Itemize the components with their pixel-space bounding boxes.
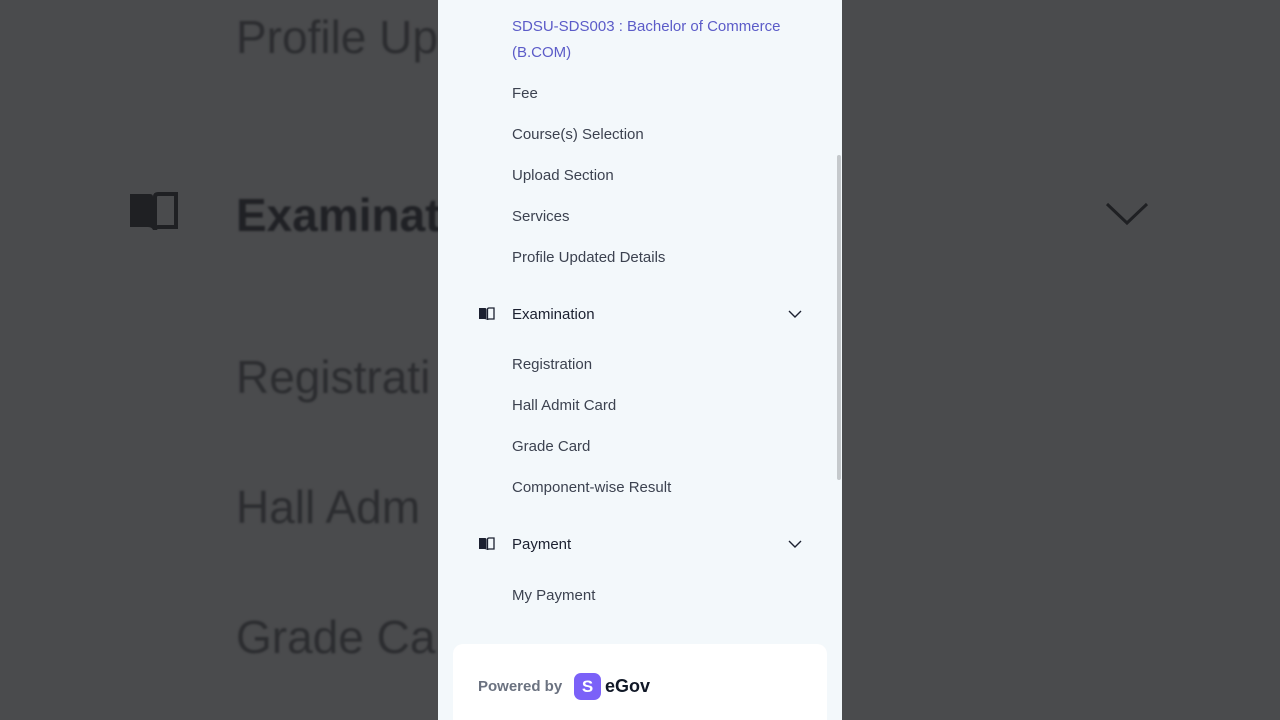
menu-item-services[interactable]: Services — [512, 208, 570, 225]
menu-item-hall-admit-card[interactable]: Hall Admit Card — [512, 397, 616, 414]
menu-item-registration[interactable]: Registration — [512, 356, 592, 373]
navigation-drawer: SDSU-SDS003 : Bachelor of Commerce (B.CO… — [438, 0, 842, 720]
bg-text-hall-admit: Hall Adm — [236, 481, 421, 533]
menu-item-fee[interactable]: Fee — [512, 85, 538, 102]
section-payment[interactable]: Payment — [478, 532, 802, 556]
bg-text-profile: Profile Up — [236, 11, 438, 63]
egov-brand: eGov — [605, 676, 651, 696]
book-icon — [130, 192, 178, 231]
section-label-examination: Examination — [512, 305, 595, 323]
menu-item-upload-section[interactable]: Upload Section — [512, 167, 614, 184]
egov-logo-icon: S — [574, 673, 601, 700]
powered-by-label: Powered by — [478, 678, 563, 695]
chevron-down-icon — [788, 540, 802, 548]
powered-by-footer: Powered by S eGov — [453, 644, 827, 720]
menu-item-my-payment[interactable]: My Payment — [512, 587, 595, 604]
menu-item-grade-card[interactable]: Grade Card — [512, 438, 590, 455]
scrollbar[interactable] — [837, 155, 841, 480]
chevron-down-icon — [1105, 202, 1149, 226]
section-label-payment: Payment — [512, 535, 572, 553]
menu-item-profile-updated-details[interactable]: Profile Updated Details — [512, 249, 665, 266]
chevron-down-icon — [788, 310, 802, 318]
section-examination[interactable]: Examination — [478, 302, 802, 326]
menu-item-course[interactable]: SDSU-SDS003 : Bachelor of Commerce (B.CO… — [512, 14, 812, 66]
book-icon — [479, 307, 495, 321]
bg-text-registration: Registrati — [236, 351, 431, 403]
bg-text-examination: Examinat — [236, 189, 441, 241]
book-icon — [479, 537, 495, 551]
menu-item-course-selection[interactable]: Course(s) Selection — [512, 126, 644, 143]
bg-text-grade-card: Grade Ca — [236, 611, 436, 663]
menu-item-component-wise-result[interactable]: Component-wise Result — [512, 479, 671, 496]
